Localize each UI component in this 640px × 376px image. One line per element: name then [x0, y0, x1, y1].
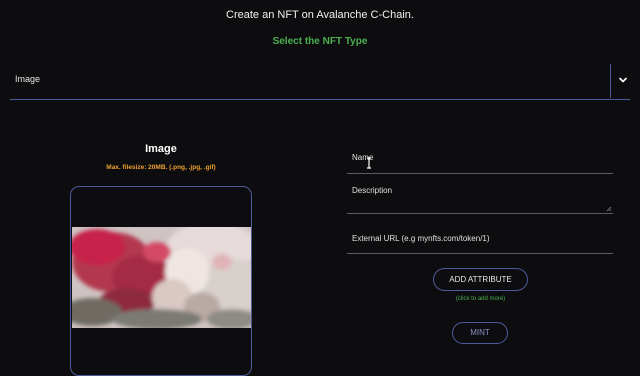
resize-handle-icon[interactable] [606, 206, 612, 212]
page-title: Create an NFT on Avalanche C-Chain. [226, 9, 414, 21]
mint-button[interactable]: MINT [452, 322, 508, 344]
add-attribute-hint: (click to add more) [455, 296, 506, 302]
chevron-down-icon[interactable] [617, 74, 629, 86]
description-field-label: Description [352, 186, 393, 195]
nft-type-selected-value: Image [15, 74, 41, 84]
description-field[interactable]: Description [347, 180, 613, 214]
name-field[interactable]: Name [347, 147, 613, 174]
select-divider [610, 64, 611, 98]
section-title: Select the NFT Type [272, 36, 368, 47]
external-url-field[interactable]: External URL (e.g mynfts.com/token/1) [347, 226, 613, 254]
upload-heading: Image [145, 143, 177, 155]
add-attribute-button[interactable]: ADD ATTRIBUTE [433, 268, 528, 291]
text-cursor-icon [367, 157, 371, 169]
nft-preview-image [72, 227, 251, 328]
nft-type-select[interactable]: Image [10, 62, 630, 100]
upload-filesize-hint: Max. filesize: 20MB. (.png, .jpg, .gif) [106, 164, 216, 171]
image-upload-dropzone[interactable] [70, 186, 252, 376]
external-url-field-label: External URL (e.g mynfts.com/token/1) [352, 234, 490, 243]
